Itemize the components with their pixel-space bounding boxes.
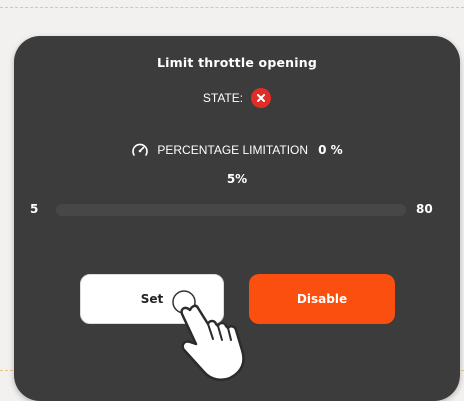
state-row: STATE: [14,88,460,108]
background-dashed-line-top [0,7,464,8]
slider-max-label: 80 [416,202,433,216]
slider-min-label: 5 [30,202,39,216]
disable-button[interactable]: Disable [249,274,395,324]
speedometer-icon [131,142,149,158]
slider-value-display: 5% [226,172,248,186]
percentage-limitation-label: PERCENTAGE LIMITATION [157,143,309,157]
pointing-hand-icon [160,282,250,386]
percentage-limitation-value: 0 % [318,143,343,157]
state-label: STATE: [202,91,244,105]
percentage-limitation-row: PERCENTAGE LIMITATION 0 % [14,142,460,158]
dialog-title: Limit throttle opening [156,55,318,70]
percentage-slider[interactable] [56,204,406,216]
close-icon [251,88,272,108]
